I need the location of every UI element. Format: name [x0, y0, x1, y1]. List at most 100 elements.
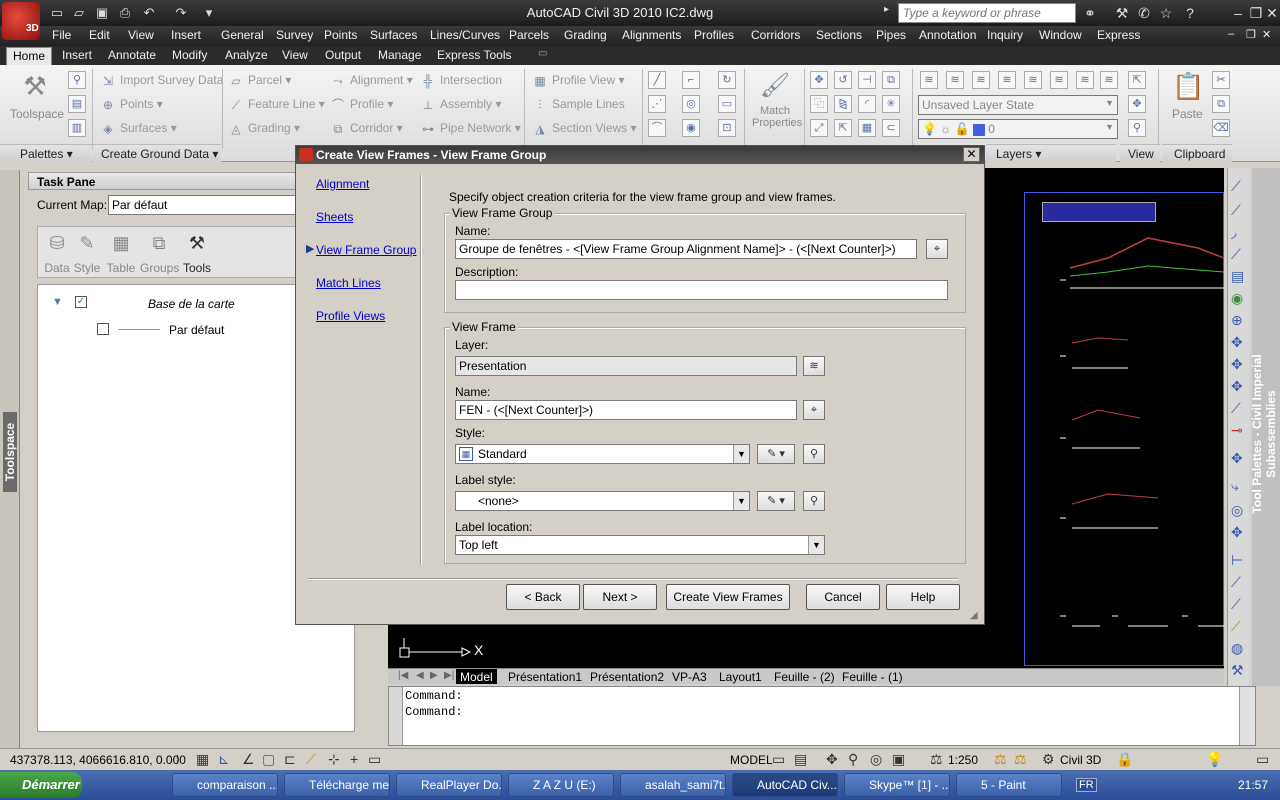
tool-icon[interactable]: ▤: [1231, 268, 1244, 285]
import-survey-button[interactable]: ⇲ Import Survey Data: [100, 73, 223, 88]
subscription-icon[interactable]: ✆: [1134, 4, 1154, 22]
tool-icon[interactable]: ◎: [1231, 502, 1243, 519]
grid-icon[interactable]: ▦: [196, 751, 209, 768]
task-autocad[interactable]: AutoCAD Civ...: [732, 773, 838, 797]
showmotion-icon[interactable]: ▣: [892, 751, 905, 768]
binoculars-icon[interactable]: ⚭: [1080, 4, 1100, 22]
layer-walk-icon[interactable]: ≋: [1076, 71, 1094, 89]
layout-list-icon[interactable]: ▤: [794, 751, 807, 768]
vfg-name-input[interactable]: Groupe de fenêtres - <[View Frame Group …: [455, 239, 917, 259]
command-line[interactable]: Command: Command:: [388, 686, 1256, 746]
create-view-frames-button[interactable]: Create View Frames: [666, 584, 790, 610]
tab-feuille-2[interactable]: Feuille - (2): [770, 669, 839, 684]
menu-view[interactable]: View: [128, 28, 154, 42]
construction-line-icon[interactable]: ⋰: [648, 95, 666, 113]
view-pan-icon[interactable]: ⇱: [1128, 71, 1146, 89]
layer-properties-icon[interactable]: ≋: [920, 71, 938, 89]
corridor-button[interactable]: ⧉ Corridor ▾: [330, 121, 403, 136]
osnap-icon[interactable]: ▢: [262, 751, 275, 768]
tab-style[interactable]: Style: [72, 261, 102, 275]
task-paint[interactable]: 5 - Paint: [956, 773, 1062, 797]
tab-view[interactable]: View: [276, 47, 314, 65]
parcel-button[interactable]: ▱ Parcel ▾: [228, 73, 291, 88]
first-tab-icon[interactable]: |◀: [394, 669, 412, 684]
search-expand-icon[interactable]: ▸: [884, 4, 896, 22]
match-clip-icon[interactable]: ⌫: [1212, 119, 1230, 137]
rotate2-icon[interactable]: ↺: [834, 71, 852, 89]
copy-icon[interactable]: ⿻: [810, 95, 828, 113]
rectangle-icon[interactable]: ▭: [718, 95, 736, 113]
layout-icon[interactable]: ▭: [772, 751, 785, 768]
task-comparaison[interactable]: comparaison ...: [172, 773, 278, 797]
search-input[interactable]: Type a keyword or phrase: [898, 3, 1076, 23]
expand-icon[interactable]: ▼: [52, 296, 63, 308]
array-icon[interactable]: ▦: [858, 119, 876, 137]
tab-data[interactable]: Data: [42, 261, 72, 275]
menu-window[interactable]: Window: [1039, 28, 1082, 42]
ducs-icon[interactable]: ⟋: [306, 751, 316, 768]
tool-icon[interactable]: ✥: [1231, 334, 1243, 351]
tool-icon[interactable]: ✥: [1231, 524, 1243, 541]
menu-parcels[interactable]: Parcels: [509, 28, 549, 42]
layer-lock-icon[interactable]: ≋: [1024, 71, 1042, 89]
vf-label-style-dropdown[interactable]: <none> ▼: [455, 491, 750, 511]
close-icon[interactable]: ✕: [1262, 4, 1280, 22]
qp-icon[interactable]: ▭: [368, 751, 381, 768]
view-orbit-icon[interactable]: ✥: [1128, 95, 1146, 113]
prospector-icon[interactable]: ⚲: [68, 71, 86, 89]
tree-root-label[interactable]: Base de la carte: [148, 297, 235, 311]
tool-icon[interactable]: ⟋: [1231, 178, 1241, 195]
minimize-icon[interactable]: –: [1228, 4, 1248, 22]
tab-presentation1[interactable]: Présentation1: [504, 669, 586, 684]
menu-grading[interactable]: Grading: [564, 28, 607, 42]
auto-scale-icon[interactable]: ⚖: [1014, 751, 1027, 768]
start-button[interactable]: Démarrer: [0, 772, 82, 798]
task-telechargements[interactable]: Télécharge me...: [284, 773, 390, 797]
next-button[interactable]: Next >: [583, 584, 657, 610]
print-icon[interactable]: ⎙: [116, 4, 134, 21]
vf-style-preview-button[interactable]: ⚲: [803, 444, 825, 464]
points-button[interactable]: ⊕ Points ▾: [100, 97, 163, 112]
nav-view-frame-group[interactable]: View Frame Group: [316, 243, 416, 257]
hatch-icon[interactable]: ◉: [682, 119, 700, 137]
menu-survey[interactable]: Survey: [276, 28, 313, 42]
current-map-dropdown[interactable]: Par défaut: [108, 195, 298, 215]
vfg-description-input[interactable]: [455, 280, 948, 300]
mirror-icon[interactable]: ⧎: [834, 95, 852, 113]
toolspace-vertical-label[interactable]: Toolspace: [3, 412, 17, 492]
layer-isolate-icon[interactable]: ≋: [946, 71, 964, 89]
save-icon[interactable]: ▣: [93, 4, 111, 21]
tab-manage[interactable]: Manage: [372, 47, 427, 65]
menu-profiles[interactable]: Profiles: [694, 28, 734, 42]
resize-grip-icon[interactable]: ◢: [970, 610, 978, 621]
arc-icon[interactable]: ⌒: [648, 119, 666, 137]
menu-edit[interactable]: Edit: [89, 28, 110, 42]
doc-close-icon[interactable]: ✕: [1262, 28, 1271, 41]
tool-icon[interactable]: ⟋: [1231, 246, 1241, 263]
task-skype[interactable]: Skype™ [1] - ...: [844, 773, 950, 797]
polyline-icon[interactable]: ⌐: [682, 71, 700, 89]
tab-output[interactable]: Output: [319, 47, 367, 65]
tool-icon[interactable]: ⟋: [1231, 618, 1241, 635]
assembly-button[interactable]: ⊥ Assembly ▾: [420, 97, 502, 112]
tool-icon[interactable]: ⟋: [1231, 400, 1241, 417]
tool-icon[interactable]: ⚒: [1231, 662, 1244, 679]
redo-icon[interactable]: ↷: [172, 4, 190, 21]
tool-icon[interactable]: ⊢: [1231, 552, 1243, 569]
layer-match-icon[interactable]: ≋: [1050, 71, 1068, 89]
scale-icon[interactable]: ⇱: [834, 119, 852, 137]
lwt-icon[interactable]: +: [350, 751, 358, 767]
layer-dropdown[interactable]: 💡 ☼ 🔓 0 ▼: [918, 119, 1118, 139]
tab-model[interactable]: Model: [456, 669, 497, 684]
tab-table[interactable]: Table: [104, 261, 138, 275]
menu-annotation[interactable]: Annotation: [919, 28, 976, 42]
nav-sheets[interactable]: Sheets: [316, 210, 353, 224]
menu-alignments[interactable]: Alignments: [622, 28, 681, 42]
qat-dropdown-icon[interactable]: ▾: [200, 4, 218, 21]
vf-style-dropdown[interactable]: ▦ Standard ▼: [455, 444, 750, 464]
tab-layout1[interactable]: Layout1: [715, 669, 766, 684]
alignment-button[interactable]: ⤳ Alignment ▾: [330, 73, 413, 88]
menu-general[interactable]: General: [221, 28, 264, 42]
vf-layer-button[interactable]: ≋: [803, 356, 825, 376]
communication-icon[interactable]: ⚒: [1112, 4, 1132, 22]
